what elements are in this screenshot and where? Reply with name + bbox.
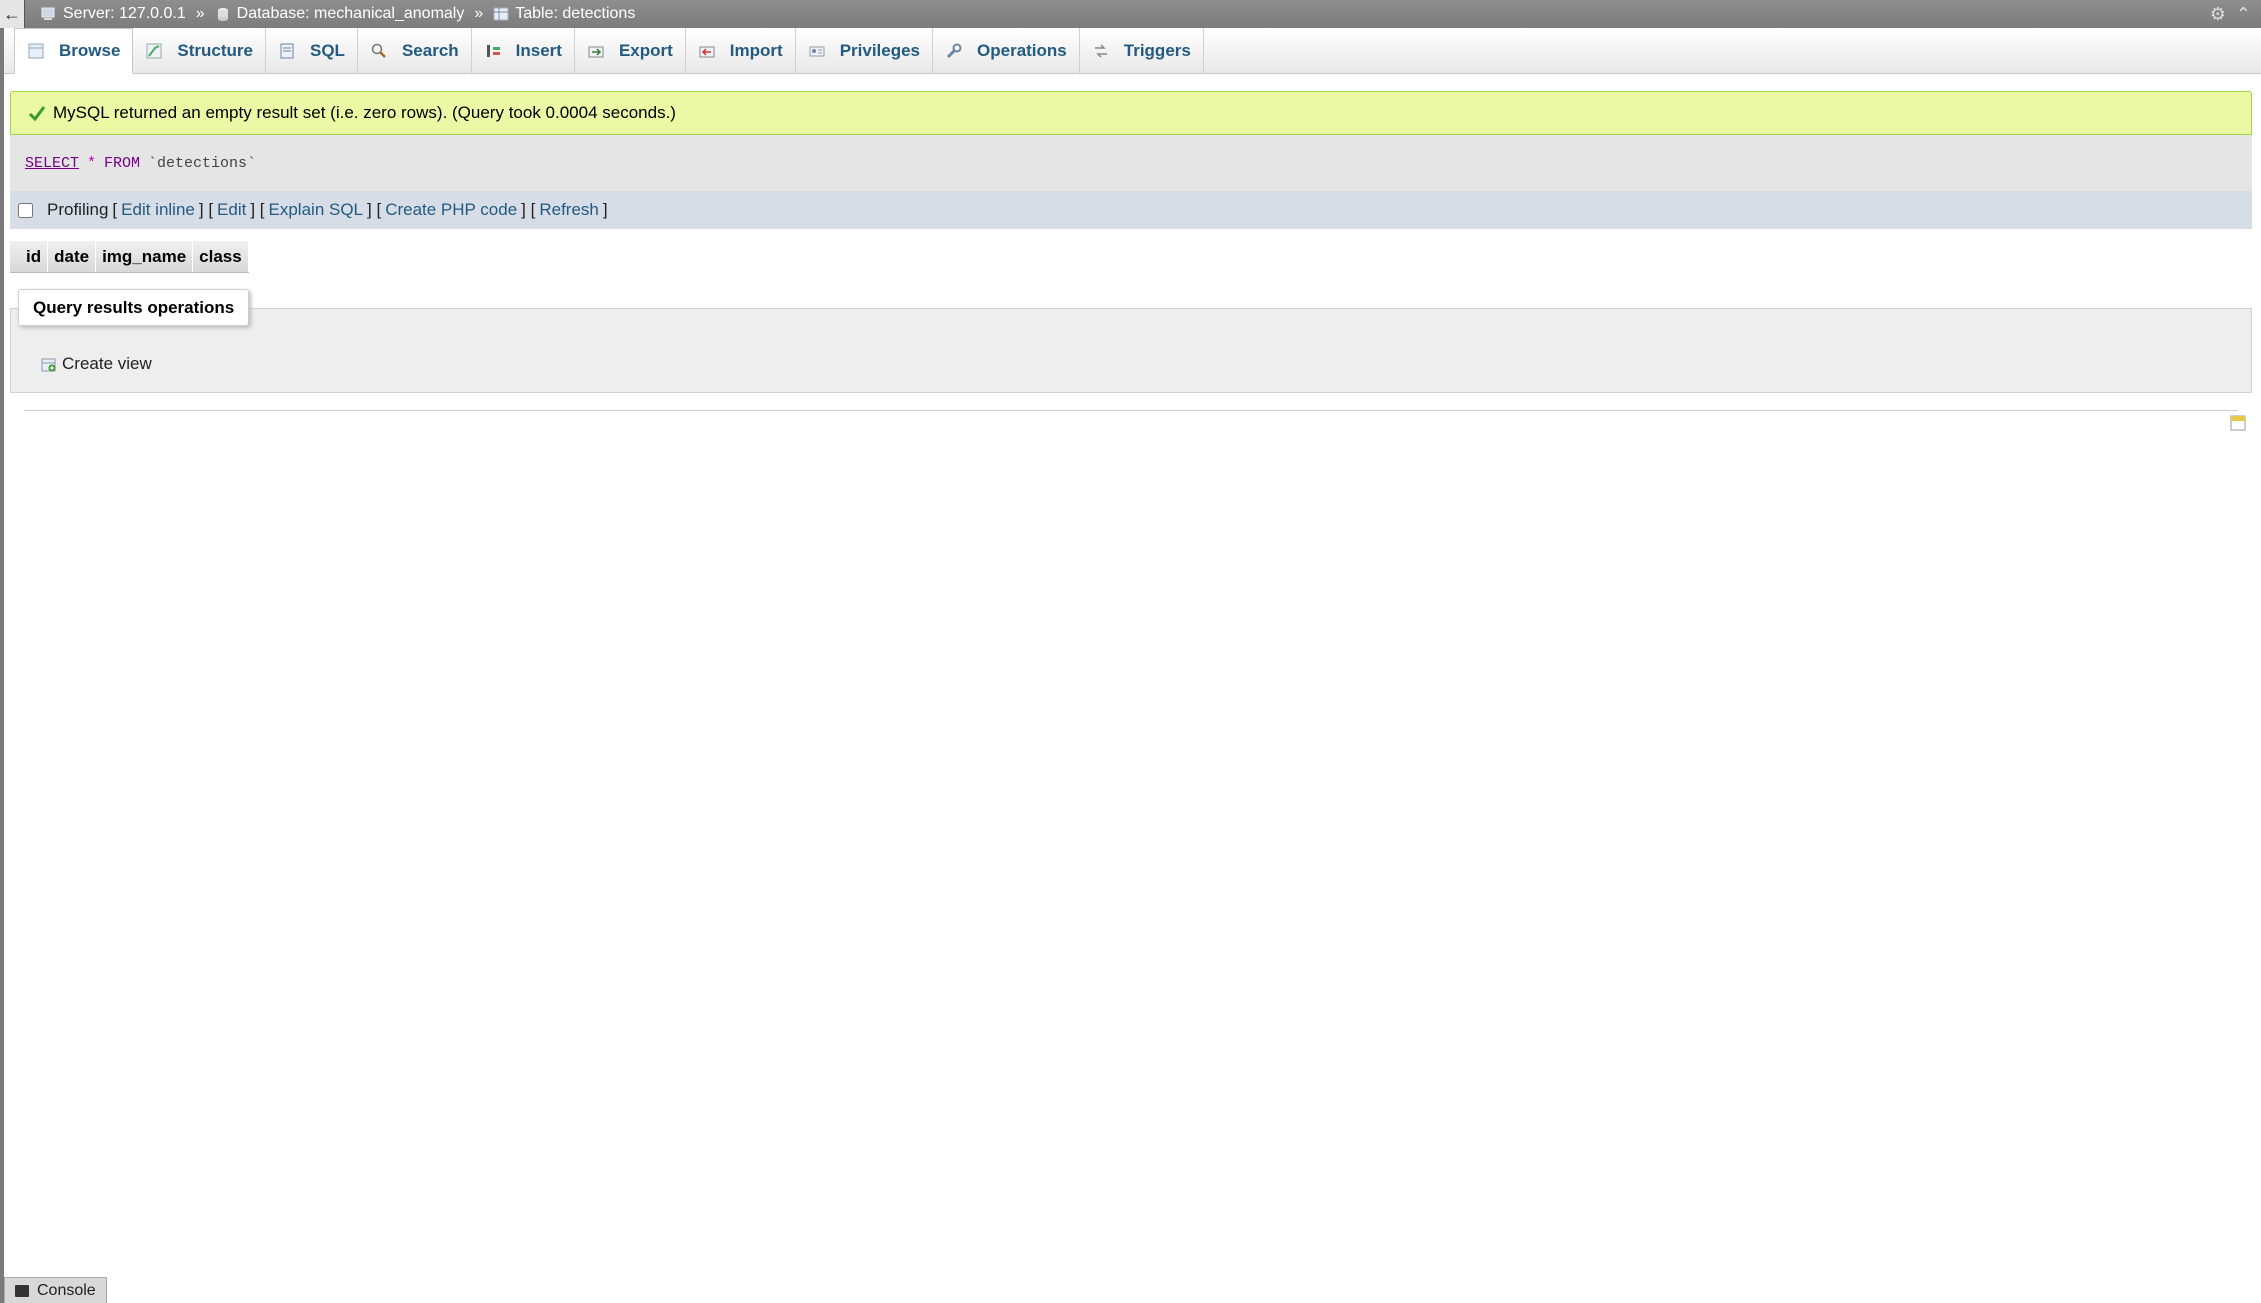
tab-bar: Browse Structure SQL Search Insert Expor… [4, 28, 2261, 74]
refresh-link[interactable]: Refresh [539, 200, 599, 220]
navigation-toggle-button[interactable]: ← [0, 0, 25, 28]
tab-label: SQL [310, 40, 345, 60]
collapse-icon[interactable]: ⌃ [2236, 4, 2251, 25]
create-view-icon [41, 358, 56, 372]
create-view-link[interactable]: Create view [40, 354, 152, 374]
top-right-controls: ⚙ ⌃ [2210, 4, 2251, 25]
tab-label: Triggers [1123, 40, 1191, 60]
triggers-icon [1094, 43, 1107, 58]
tab-insert[interactable]: Insert [472, 28, 575, 73]
success-message: MySQL returned an empty result set (i.e.… [10, 91, 2252, 135]
tab-label: Export [618, 40, 673, 60]
tab-label: Privileges [839, 40, 921, 60]
result-column-header: id date img_name class [10, 241, 249, 273]
search-icon [371, 43, 386, 58]
privileges-icon [809, 46, 825, 56]
tab-import[interactable]: Import [686, 28, 796, 73]
gear-icon[interactable]: ⚙ [2210, 4, 2226, 25]
tab-label: Search [401, 40, 459, 60]
breadcrumb-bar: ← Server: 127.0.0.1 » Database: mechanic… [0, 0, 2261, 28]
insert-icon [486, 44, 500, 57]
breadcrumb-separator: » [474, 5, 484, 22]
create-view-label: Create view [62, 354, 152, 373]
console-label: Console [37, 1281, 96, 1299]
bracket: ] [ [198, 200, 214, 219]
explain-sql-link[interactable]: Explain SQL [269, 200, 364, 220]
success-message-text: MySQL returned an empty result set (i.e.… [53, 103, 676, 122]
tab-sql[interactable]: SQL [266, 28, 358, 73]
server-icon [41, 7, 55, 20]
bracket: ] [ [521, 200, 536, 219]
profiling-checkbox[interactable] [18, 202, 33, 218]
sql-query-display: SELECT * FROM `detections` [10, 135, 2252, 191]
breadcrumb-server-label: Server: 127.0.0.1 [63, 5, 186, 22]
divider [24, 410, 2238, 411]
tab-label: Insert [515, 40, 562, 60]
tab-structure[interactable]: Structure [133, 28, 266, 73]
column-header-class[interactable]: class [193, 241, 249, 272]
tab-operations[interactable]: Operations [933, 28, 1080, 73]
breadcrumb-database[interactable]: Database: mechanical_anomaly [215, 5, 465, 23]
console-toggle-button[interactable]: Console [4, 1277, 107, 1303]
profiling-bar: Profiling [ Edit inline ] [ Edit ] [ Exp… [10, 191, 2252, 229]
create-php-code-link[interactable]: Create PHP code [385, 200, 517, 220]
bracket: ] [ [250, 200, 265, 219]
sql-select-keyword[interactable]: SELECT [25, 155, 79, 172]
tab-triggers[interactable]: Triggers [1080, 28, 1204, 73]
browse-icon [28, 43, 44, 59]
sql-from-keyword: FROM [104, 154, 141, 172]
bookmark-icon[interactable] [2229, 414, 2247, 432]
wrench-icon [946, 43, 962, 58]
query-results-operations-legend: Query results operations [18, 289, 250, 326]
bracket: [ [112, 200, 118, 219]
tab-label: Operations [977, 40, 1067, 60]
checkmark-icon [28, 106, 46, 122]
breadcrumb-server[interactable]: Server: 127.0.0.1 [41, 5, 186, 23]
breadcrumb-separator: » [195, 5, 205, 22]
column-header-date[interactable]: date [48, 241, 97, 272]
bracket: ] [602, 200, 608, 219]
query-results-operations-panel [10, 308, 2252, 393]
tab-export[interactable]: Export [575, 28, 686, 73]
left-rail [0, 0, 4, 1303]
breadcrumb-table-label: Table: detections [515, 5, 636, 22]
tab-search[interactable]: Search [358, 28, 472, 73]
structure-icon [146, 43, 162, 58]
sql-icon [280, 43, 294, 58]
tab-privileges[interactable]: Privileges [796, 28, 934, 73]
sql-table-name: `detections` [148, 154, 257, 172]
tab-browse[interactable]: Browse [14, 28, 134, 74]
column-header-img-name[interactable]: img_name [96, 241, 194, 272]
table-icon [493, 7, 509, 21]
bracket: ] [ [367, 200, 382, 219]
export-icon [588, 46, 604, 57]
breadcrumb-table[interactable]: Table: detections [493, 5, 635, 23]
tab-label: Structure [177, 40, 253, 60]
column-header-id[interactable]: id [10, 241, 49, 272]
import-icon [699, 46, 715, 57]
tab-label: Browse [59, 41, 121, 60]
profiling-label: Profiling [47, 200, 109, 219]
database-icon [217, 8, 228, 21]
console-icon [15, 1284, 29, 1297]
tab-label: Import [729, 40, 783, 60]
edit-link[interactable]: Edit [217, 200, 246, 220]
breadcrumb-database-label: Database: mechanical_anomaly [236, 5, 465, 22]
sql-star: * [87, 154, 97, 172]
arrow-left-icon: ← [3, 3, 21, 24]
edit-inline-link[interactable]: Edit inline [121, 200, 195, 220]
